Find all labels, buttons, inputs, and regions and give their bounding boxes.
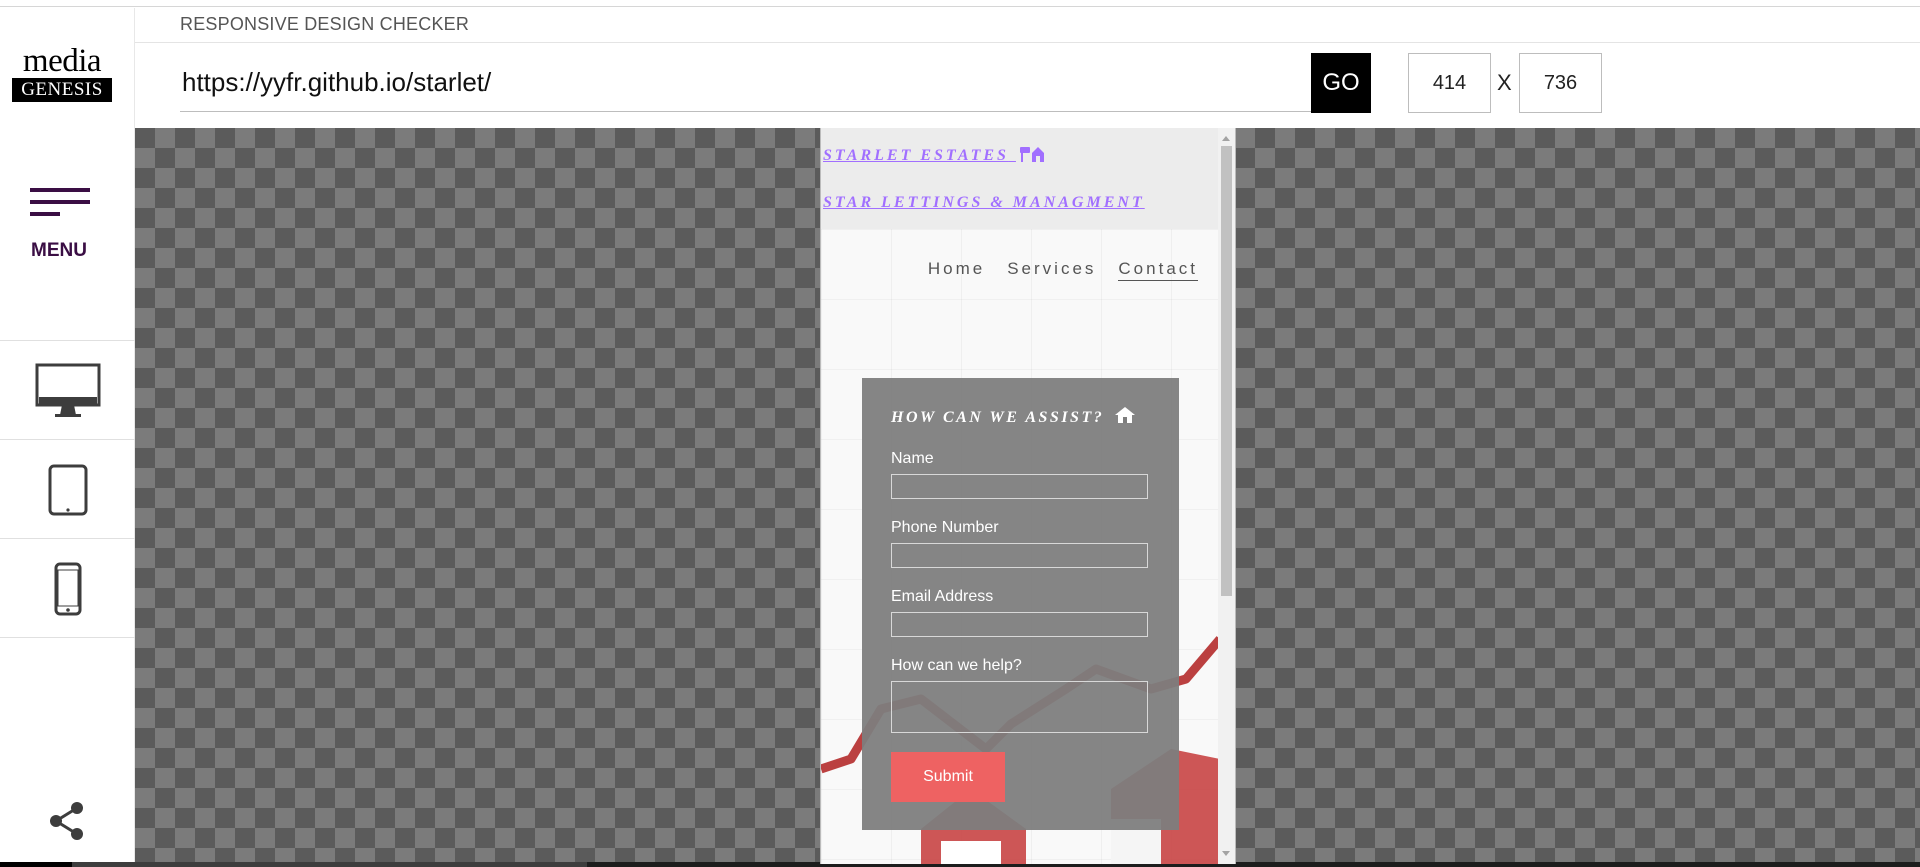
- help-textarea[interactable]: [891, 681, 1148, 733]
- name-label: Name: [891, 450, 934, 467]
- brand-link-starlet-estates[interactable]: STARLET ESTATES: [823, 144, 1044, 165]
- nav-home[interactable]: Home: [928, 259, 985, 281]
- sidebar-divider: [0, 637, 135, 638]
- logo-genesis-text: GENESIS: [12, 78, 112, 102]
- menu-button[interactable]: MENU: [26, 188, 92, 268]
- form-title: HOW CAN WE ASSIST?: [891, 406, 1135, 427]
- sidebar-divider: [0, 538, 135, 539]
- scroll-up-arrow-icon[interactable]: [1222, 136, 1230, 141]
- header-divider: [135, 42, 1920, 43]
- app-title: RESPONSIVE DESIGN CHECKER: [180, 14, 470, 34]
- tablet-icon: [48, 464, 87, 515]
- preview-scrollbar[interactable]: [1218, 128, 1235, 864]
- menu-label: MENU: [31, 240, 87, 261]
- scroll-down-arrow-icon[interactable]: [1222, 851, 1230, 856]
- width-input[interactable]: [1408, 53, 1491, 113]
- sidebar-divider: [0, 439, 135, 440]
- site-nav: Home Services Contact: [928, 259, 1198, 281]
- nav-services[interactable]: Services: [1007, 259, 1096, 281]
- top-border: [0, 0, 1920, 7]
- house-icon: [1114, 407, 1135, 423]
- desktop-view-button[interactable]: [0, 342, 135, 439]
- phone-label: Phone Number: [891, 519, 999, 536]
- bottom-strip-segment: [0, 862, 72, 867]
- phone-view-button[interactable]: [0, 540, 135, 637]
- email-label: Email Address: [891, 588, 994, 605]
- site-hero: Home Services Contact HOW CAN WE ASSIST?…: [821, 229, 1220, 864]
- sign-house-icon: [1019, 147, 1044, 162]
- menu-icon: [30, 188, 90, 192]
- submit-button[interactable]: Submit: [891, 752, 1005, 802]
- sidebar-divider: [0, 340, 135, 341]
- contact-form: HOW CAN WE ASSIST? Name Phone Number Ema…: [862, 378, 1179, 830]
- nav-contact[interactable]: Contact: [1118, 259, 1198, 281]
- phone-field[interactable]: [891, 543, 1148, 568]
- bottom-strip-segment: [587, 862, 1920, 867]
- menu-icon-bar: [30, 212, 60, 216]
- dimension-separator: X: [1497, 70, 1512, 95]
- go-button[interactable]: GO: [1311, 53, 1371, 113]
- device-preview-frame[interactable]: STARLET ESTATES STAR LETTINGS & MANAGMEN…: [820, 128, 1236, 864]
- brand-link-star-lettings[interactable]: STAR LETTINGS & MANAGMENT: [823, 194, 1145, 212]
- share-button[interactable]: [44, 798, 90, 844]
- share-icon: [50, 802, 83, 840]
- email-field[interactable]: [891, 612, 1148, 637]
- url-input[interactable]: [180, 54, 1312, 112]
- scroll-thumb[interactable]: [1221, 146, 1232, 596]
- height-input[interactable]: [1519, 53, 1602, 113]
- help-label: How can we help?: [891, 657, 1022, 674]
- site-header: STARLET ESTATES STAR LETTINGS & MANAGMEN…: [821, 128, 1220, 229]
- logo-media-text: media: [22, 43, 102, 79]
- form-title-text: HOW CAN WE ASSIST?: [891, 409, 1105, 426]
- menu-icon-bar: [30, 200, 90, 204]
- phone-icon: [54, 562, 81, 615]
- desktop-icon: [35, 363, 100, 417]
- media-genesis-logo[interactable]: media GENESIS: [12, 43, 112, 102]
- sidebar: media GENESIS MENU: [0, 8, 135, 867]
- name-field[interactable]: [891, 474, 1148, 499]
- tablet-view-button[interactable]: [0, 441, 135, 538]
- brand-link-text: STARLET ESTATES: [823, 147, 1009, 164]
